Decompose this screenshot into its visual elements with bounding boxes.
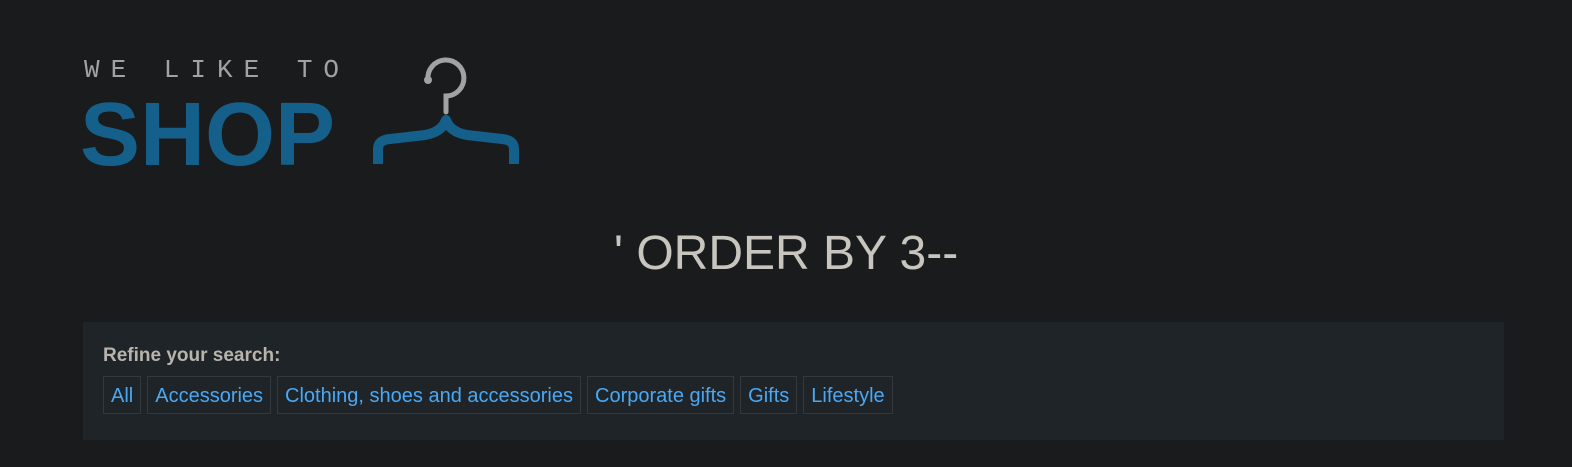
logo-wordmark: SHOP — [80, 85, 335, 173]
hanger-icon — [373, 57, 519, 164]
logo-tagline: WE LIKE TO — [84, 55, 350, 85]
filter-panel: Refine your search: All Accessories Clot… — [83, 322, 1504, 440]
category-link-accessories[interactable]: Accessories — [147, 376, 272, 414]
category-link-lifestyle[interactable]: Lifestyle — [803, 376, 893, 414]
page: WE LIKE TO SHOP ' ORDER BY 3-- Refine yo… — [0, 0, 1572, 467]
category-link-clothing-shoes-accessories[interactable]: Clothing, shoes and accessories — [277, 376, 581, 414]
category-link-gifts[interactable]: Gifts — [740, 376, 798, 414]
filter-label: Refine your search: — [103, 345, 281, 366]
category-link-corporate-gifts[interactable]: Corporate gifts — [587, 376, 735, 414]
category-link-all[interactable]: All — [103, 376, 142, 414]
page-title: ' ORDER BY 3-- — [613, 227, 959, 280]
site-logo: WE LIKE TO SHOP — [80, 55, 519, 173]
category-filter-list: All Accessories Clothing, shoes and acce… — [103, 376, 1484, 414]
